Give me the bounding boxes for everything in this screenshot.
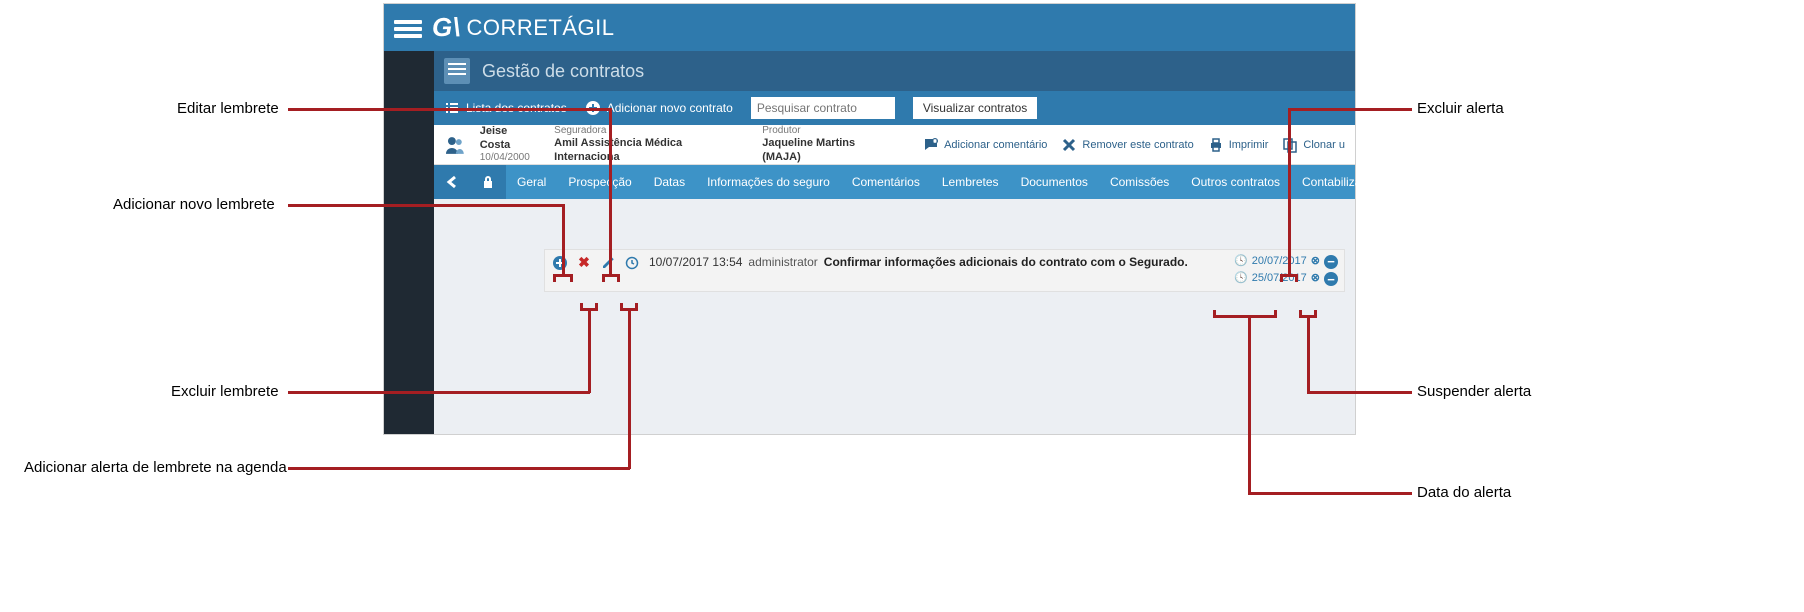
brand-text: CORRETÁGIL xyxy=(466,15,614,41)
print-button[interactable]: Imprimir xyxy=(1208,137,1269,153)
line xyxy=(1248,492,1412,495)
client-date: 10/04/2000 xyxy=(480,152,540,164)
line xyxy=(1288,108,1291,274)
add-comment-button[interactable]: Adicionar comentário xyxy=(923,137,1047,153)
delete-alert-button[interactable]: ⊗ xyxy=(1311,254,1320,269)
bracket xyxy=(1280,274,1298,282)
tab-outros[interactable]: Outros contratos xyxy=(1180,165,1291,199)
reminder-user: administrator xyxy=(748,254,817,271)
tab-geral[interactable]: Geral xyxy=(506,165,557,199)
line xyxy=(1288,108,1412,111)
tab-comentarios[interactable]: Comentários xyxy=(841,165,931,199)
brand-logo: G\ CORRETÁGIL xyxy=(432,12,614,43)
client-block: Jeise Costa 10/04/2000 xyxy=(480,125,540,163)
lock-icon xyxy=(481,175,495,189)
insurer-block: Seguradora Amil Assistência Médica Inter… xyxy=(554,125,748,163)
search-input[interactable] xyxy=(751,97,895,119)
comment-plus-icon xyxy=(923,137,939,153)
line xyxy=(562,204,565,274)
clone-button[interactable]: Clonar u xyxy=(1282,137,1345,153)
reminder-row: ✖ 10/07/2017 13:54 administrator Confirm… xyxy=(544,249,1345,292)
line xyxy=(1307,391,1412,394)
chevron-left-icon xyxy=(445,175,459,189)
tab-comissoes[interactable]: Comissões xyxy=(1099,165,1180,199)
producer-label: Produtor xyxy=(762,125,895,137)
add-label: Adicionar novo contrato xyxy=(607,101,733,115)
tab-prospeccao[interactable]: Prospecção xyxy=(557,165,642,199)
add-reminder-button[interactable] xyxy=(551,254,569,272)
people-icon xyxy=(444,134,466,156)
insurer-label: Seguradora xyxy=(554,125,748,137)
delete-reminder-button[interactable]: ✖ xyxy=(575,254,593,272)
bracket xyxy=(620,303,638,311)
edit-reminder-button[interactable] xyxy=(599,254,617,272)
client-name: Jeise Costa xyxy=(480,125,540,151)
tabs-row: Geral Prospecção Datas Informações do se… xyxy=(434,165,1355,199)
alert-date: 20/07/2017 xyxy=(1252,254,1307,269)
suspend-alert-button[interactable]: − xyxy=(1324,272,1338,286)
menu-icon[interactable] xyxy=(394,17,422,39)
bracket xyxy=(1299,310,1317,318)
clone-label: Clonar u xyxy=(1303,139,1345,151)
tab-contabilizacao[interactable]: Contabilizaç xyxy=(1291,165,1378,199)
x-icon xyxy=(1061,137,1077,153)
page-title-bar: Gestão de contratos xyxy=(434,51,1355,91)
app-window: G\ CORRETÁGIL Gestão de contratos Lista … xyxy=(383,3,1356,435)
insurer-value: Amil Assistência Médica Internaciona xyxy=(554,137,748,163)
callout-add: Adicionar novo lembrete xyxy=(113,196,275,213)
pencil-icon xyxy=(601,256,615,270)
page-title: Gestão de contratos xyxy=(482,61,644,82)
print-label: Imprimir xyxy=(1229,139,1269,151)
line xyxy=(609,108,612,274)
bracket xyxy=(553,274,573,282)
plus-circle-icon xyxy=(552,255,568,271)
suspend-alert-button[interactable]: − xyxy=(1324,255,1338,269)
delete-alert-button[interactable]: ⊗ xyxy=(1311,271,1320,286)
reminder-description: Confirmar informações adicionais do cont… xyxy=(824,254,1222,271)
bracket xyxy=(1213,310,1277,318)
reminder-datetime: 10/07/2017 13:54 xyxy=(649,254,742,271)
line xyxy=(1307,318,1310,393)
tab-datas[interactable]: Datas xyxy=(643,165,696,199)
bracket xyxy=(580,303,598,311)
top-bar: G\ CORRETÁGIL xyxy=(384,4,1355,51)
document-icon xyxy=(444,58,470,84)
producer-block: Produtor Jaqueline Martins (MAJA) xyxy=(762,125,895,163)
line xyxy=(288,467,630,470)
lock-tab[interactable] xyxy=(470,165,506,199)
callout-delete: Excluir lembrete xyxy=(171,383,279,400)
callout-exclude-alert: Excluir alerta xyxy=(1417,100,1504,117)
remove-label: Remover este contrato xyxy=(1082,139,1193,151)
context-row: Jeise Costa 10/04/2000 Seguradora Amil A… xyxy=(434,125,1355,165)
calendar-alert-icon xyxy=(625,256,639,270)
view-contracts-button[interactable]: Visualizar contratos xyxy=(913,97,1038,119)
line xyxy=(628,311,631,469)
logo-mark-icon: G\ xyxy=(432,12,460,43)
line xyxy=(588,311,591,393)
add-comment-label: Adicionar comentário xyxy=(944,139,1047,151)
clock-icon: 🕓 xyxy=(1234,271,1248,286)
tab-info-seguro[interactable]: Informações do seguro xyxy=(696,165,841,199)
callout-add-alert: Adicionar alerta de lembrete na agenda xyxy=(24,459,287,476)
schedule-alert-button[interactable] xyxy=(623,254,641,272)
printer-icon xyxy=(1208,137,1224,153)
producer-value: Jaqueline Martins (MAJA) xyxy=(762,137,895,163)
content-area: ✖ 10/07/2017 13:54 administrator Confirm… xyxy=(434,199,1355,302)
remove-contract-button[interactable]: Remover este contrato xyxy=(1061,137,1193,153)
line xyxy=(1248,318,1251,494)
line xyxy=(288,108,611,111)
line xyxy=(288,204,564,207)
callout-suspend-alert: Suspender alerta xyxy=(1417,383,1531,400)
line xyxy=(288,391,590,394)
callout-alert-date: Data do alerta xyxy=(1417,484,1511,501)
callout-edit: Editar lembrete xyxy=(177,100,279,117)
alert-item: 🕓 20/07/2017 ⊗ − xyxy=(1234,254,1338,269)
tab-lembretes[interactable]: Lembretes xyxy=(931,165,1010,199)
clock-icon: 🕓 xyxy=(1234,254,1248,269)
tab-documentos[interactable]: Documentos xyxy=(1010,165,1099,199)
back-tab[interactable] xyxy=(434,165,470,199)
bracket xyxy=(602,274,620,282)
